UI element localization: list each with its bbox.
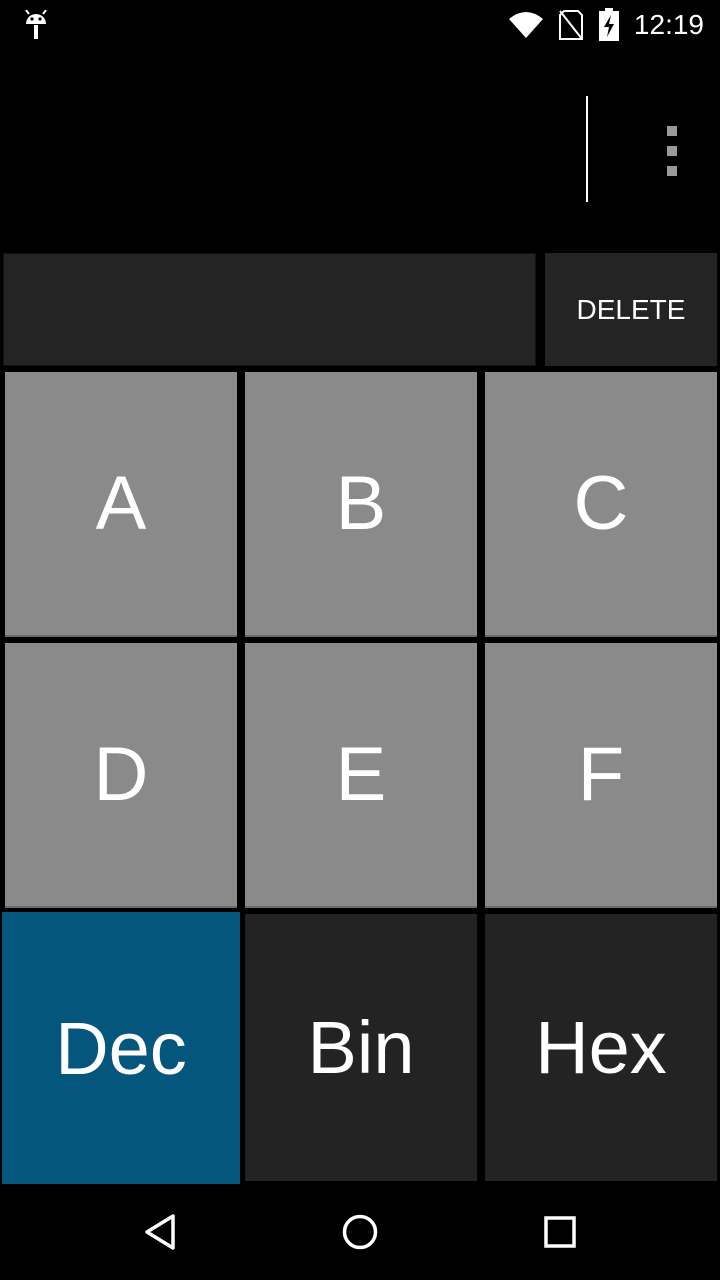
key-a[interactable]: A	[5, 372, 237, 637]
wifi-icon	[508, 12, 543, 38]
delete-button[interactable]: DELETE	[545, 253, 717, 366]
key-e[interactable]: E	[245, 643, 477, 908]
clock: 12:19	[633, 9, 704, 40]
recents-icon[interactable]	[500, 1184, 620, 1280]
action-bar	[0, 48, 720, 248]
key-d[interactable]: D	[5, 643, 237, 908]
key-b[interactable]: B	[245, 372, 477, 637]
more-vert-icon[interactable]	[660, 126, 684, 176]
navigation-bar	[0, 1184, 720, 1280]
mode-dec-button[interactable]: Dec	[2, 912, 240, 1184]
battery-charging-icon	[598, 8, 619, 41]
text-cursor	[586, 96, 588, 202]
number-input[interactable]	[3, 253, 536, 366]
mode-hex-button[interactable]: Hex	[485, 914, 717, 1181]
android-icon	[25, 10, 47, 39]
status-bar: 12:19	[0, 0, 720, 48]
mode-bin-button[interactable]: Bin	[245, 914, 477, 1181]
key-f[interactable]: F	[485, 643, 717, 908]
home-icon[interactable]	[300, 1184, 420, 1280]
key-c[interactable]: C	[485, 372, 717, 637]
no-sim-icon	[558, 10, 583, 40]
back-icon[interactable]	[100, 1184, 220, 1280]
